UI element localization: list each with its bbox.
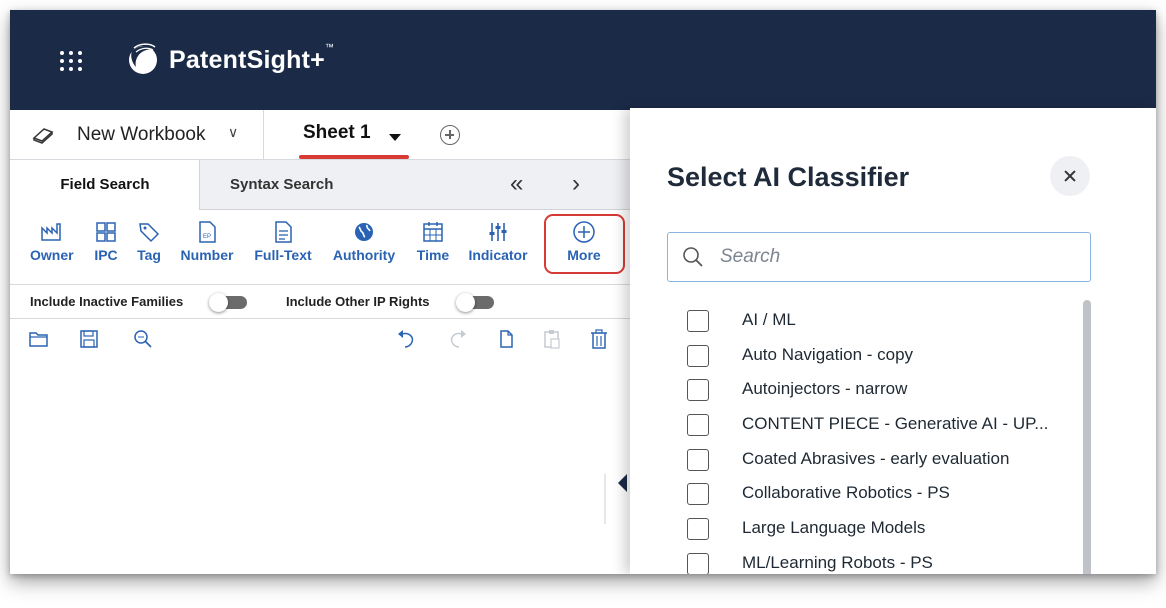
app-window: PatentSight+™ New Workbook ∨ Sheet 1 Fie…: [10, 10, 1156, 574]
query-toolbar: [10, 319, 630, 359]
tab-field-search[interactable]: Field Search: [10, 160, 200, 210]
svg-text:EP: EP: [203, 234, 211, 240]
search-input[interactable]: [720, 243, 1080, 271]
list-item[interactable]: Autoinjectors - narrow: [667, 373, 1067, 408]
list-scrollbar[interactable]: [1083, 300, 1091, 574]
list-item[interactable]: CONTENT PIECE - Generative AI - UP...: [667, 408, 1067, 443]
list-item[interactable]: Large Language Models: [667, 512, 1067, 547]
owner-button[interactable]: Owner: [30, 220, 74, 263]
checkbox[interactable]: [687, 344, 709, 367]
chevron-down-icon[interactable]: ∨: [228, 124, 238, 141]
list-item[interactable]: Collaborative Robotics - PS: [667, 477, 1067, 512]
include-other-ip-rights-toggle[interactable]: [456, 293, 494, 312]
divider: [604, 474, 606, 524]
list-item[interactable]: Coated Abrasives - early evaluation: [667, 443, 1067, 478]
chevron-right-icon[interactable]: ›: [572, 170, 580, 198]
search-icon: [683, 247, 703, 267]
ipc-button[interactable]: IPC: [88, 220, 124, 263]
checkbox[interactable]: [687, 310, 709, 332]
search-panel: New Workbook ∨ Sheet 1 Field Search Synt…: [10, 110, 630, 574]
time-button[interactable]: Time: [413, 220, 453, 263]
add-sheet-icon[interactable]: [440, 125, 460, 145]
owner-icon: [41, 223, 61, 241]
checkbox[interactable]: [687, 552, 709, 574]
drawer-title: Select AI Classifier: [667, 162, 910, 192]
search-zoom-icon[interactable]: [132, 329, 154, 349]
options-row: Include Inactive Families Include Other …: [10, 285, 630, 319]
authority-button[interactable]: Authority: [328, 220, 400, 263]
classifier-list: AI / ML Auto Navigation - copy Autoinjec…: [667, 304, 1067, 574]
trash-icon[interactable]: [588, 329, 610, 349]
tab-sheet-1[interactable]: Sheet 1: [303, 122, 371, 144]
undo-icon[interactable]: [396, 329, 418, 349]
plus-circle-icon: [573, 221, 595, 243]
checkbox[interactable]: [687, 379, 709, 402]
classifier-search-field[interactable]: [667, 232, 1091, 282]
include-inactive-families-toggle[interactable]: [209, 293, 247, 312]
checkbox[interactable]: [687, 414, 709, 437]
paste-icon[interactable]: [541, 329, 563, 349]
fulltext-icon: [275, 221, 292, 243]
app-title: PatentSight+™: [169, 42, 335, 74]
tag-icon: [139, 223, 160, 243]
number-icon: EP: [199, 221, 216, 243]
search-mode-tabs: Field Search Syntax Search « ›: [10, 160, 630, 210]
collapse-drawer-icon[interactable]: [618, 474, 627, 492]
ipc-icon: [96, 222, 116, 242]
full-text-button[interactable]: Full-Text: [252, 220, 314, 263]
list-item[interactable]: Auto Navigation - copy: [667, 339, 1067, 374]
open-folder-icon[interactable]: [28, 329, 50, 349]
include-other-ip-rights-label: Include Other IP Rights: [286, 294, 430, 309]
more-button[interactable]: More: [560, 220, 608, 263]
calendar-icon: [423, 222, 443, 242]
workbook-icon: [32, 128, 54, 144]
sliders-icon: [489, 223, 507, 241]
list-item[interactable]: AI / ML: [667, 304, 1067, 339]
tag-button[interactable]: Tag: [134, 220, 164, 263]
indicator-button[interactable]: Indicator: [465, 220, 531, 263]
sheet-menu-caret-icon[interactable]: [389, 134, 401, 141]
ai-classifier-drawer: Select AI Classifier AI / ML Auto Naviga…: [630, 108, 1156, 574]
tab-syntax-search[interactable]: Syntax Search: [230, 176, 333, 193]
checkbox[interactable]: [687, 448, 709, 471]
copy-icon[interactable]: [496, 329, 518, 349]
app-grid-icon[interactable]: [58, 50, 84, 72]
close-button[interactable]: [1050, 156, 1090, 196]
patentsight-logo-icon: [129, 43, 157, 74]
include-inactive-families-label: Include Inactive Families: [30, 294, 184, 309]
list-item[interactable]: ML/Learning Robots - PS: [667, 547, 1067, 574]
globe-icon: [355, 223, 373, 241]
workbook-bar: New Workbook ∨ Sheet 1: [10, 110, 630, 160]
checkbox[interactable]: [687, 518, 709, 541]
number-button[interactable]: EP Number: [178, 220, 236, 263]
active-tab-indicator: [299, 155, 409, 159]
app-header: PatentSight+™: [10, 10, 1156, 110]
save-icon[interactable]: [78, 329, 100, 349]
workbook-selector[interactable]: New Workbook: [77, 124, 205, 146]
checkbox[interactable]: [687, 483, 709, 506]
collapse-panel-icon[interactable]: «: [510, 170, 523, 198]
redo-icon[interactable]: [446, 329, 468, 349]
divider: [263, 110, 264, 160]
field-toolbar: Owner IPC Tag EP Number Full-Text Author…: [10, 210, 630, 285]
